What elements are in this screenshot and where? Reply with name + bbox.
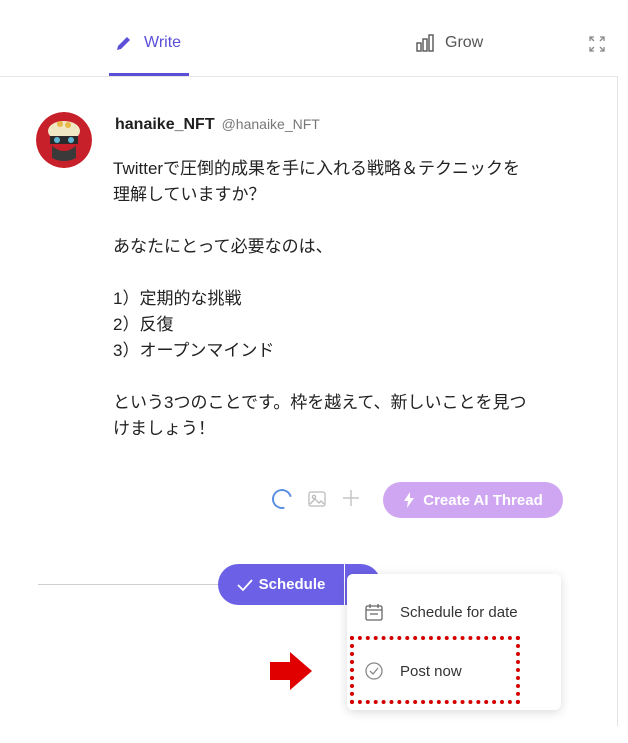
image-icon[interactable] [307, 489, 327, 509]
avatar [36, 112, 92, 168]
menu-item-schedule-for-date[interactable]: Schedule for date [347, 588, 561, 636]
schedule-button[interactable]: Schedule [218, 564, 344, 605]
tab-write[interactable]: Write [113, 30, 181, 56]
create-ai-thread-button[interactable]: Create AI Thread [383, 482, 563, 518]
add-tweet-icon[interactable] [341, 488, 361, 508]
check-icon [237, 578, 253, 592]
pencil-icon [113, 32, 135, 54]
tab-grow[interactable]: Grow [414, 30, 483, 56]
tab-grow-label: Grow [445, 34, 484, 51]
calendar-icon [364, 602, 384, 622]
lightning-icon [403, 492, 415, 508]
create-ai-thread-label: Create AI Thread [423, 491, 543, 509]
author-row: hanaike_NFT @hanaike_NFT [115, 116, 320, 134]
tab-bar: Write Grow [0, 0, 618, 77]
highlight-annotation-box [350, 636, 520, 704]
composer-page: Write Grow hanaike_NFT @hanaike_NFT Twit… [0, 0, 628, 743]
divider [38, 584, 228, 585]
bar-chart-icon [414, 32, 436, 54]
expand-icon[interactable] [588, 35, 606, 53]
tab-write-label: Write [144, 34, 182, 51]
panel-divider [617, 76, 618, 726]
author-name: hanaike_NFT [115, 116, 215, 133]
active-tab-indicator [109, 73, 189, 76]
arrow-right-icon [270, 652, 312, 690]
author-handle: @hanaike_NFT [221, 116, 320, 132]
menu-item-label: Schedule for date [400, 603, 518, 621]
loading-spinner-icon [268, 485, 296, 513]
post-text-editor[interactable]: Twitterで圧倒的成果を手に入れる戦略＆テクニックを 理解していますか？ あ… [113, 156, 583, 442]
schedule-button-label: Schedule [258, 576, 326, 593]
